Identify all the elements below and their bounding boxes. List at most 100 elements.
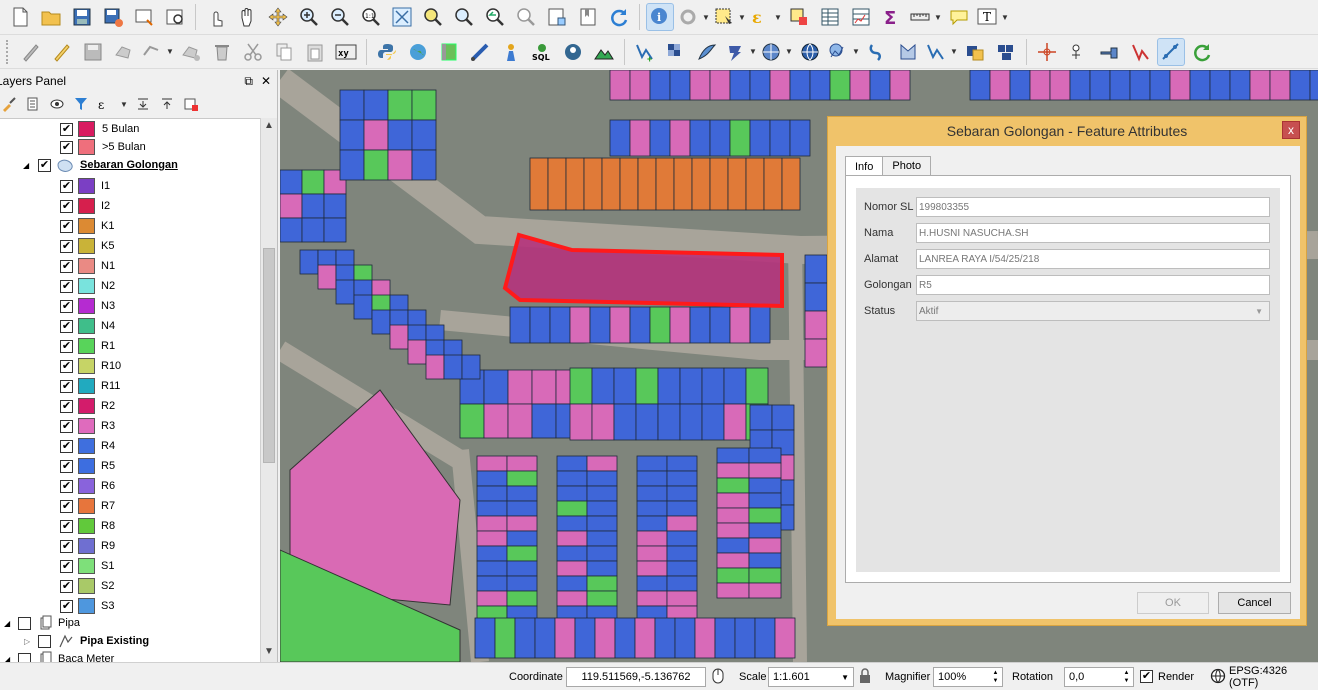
parcel[interactable] (1129, 70, 1151, 101)
new-shapefile-icon[interactable] (863, 38, 891, 66)
parcel[interactable] (804, 282, 828, 312)
copy-features-icon[interactable] (270, 38, 298, 66)
chevron-down-icon[interactable]: ▼ (774, 13, 782, 22)
sql-icon[interactable]: SQL (528, 38, 556, 66)
float-panel-icon[interactable]: ⧉ (244, 74, 253, 89)
class-checkbox[interactable]: ✔ (60, 579, 73, 593)
layer-group-row[interactable]: ◢ ✔ Sebaran Golongan (0, 155, 260, 175)
scale-combo[interactable]: 1:1.601 ▼ (768, 667, 854, 687)
class-checkbox[interactable]: ✔ (60, 419, 73, 433)
parcel[interactable] (745, 367, 769, 405)
parcel[interactable] (363, 119, 389, 151)
parcel[interactable] (529, 157, 549, 211)
collapse-arrow-icon[interactable]: ◢ (23, 161, 29, 170)
parcel[interactable] (769, 119, 791, 157)
parcel[interactable] (714, 617, 736, 659)
parcel[interactable] (476, 530, 508, 547)
layer-item[interactable]: ✔ 5 Bulan (0, 119, 260, 139)
parcel[interactable] (669, 70, 691, 101)
parcel[interactable] (280, 193, 303, 219)
parcel[interactable] (609, 119, 631, 157)
layer-group-row[interactable]: ◢ Baca Meter (0, 649, 260, 662)
measure-icon[interactable] (909, 3, 931, 31)
parcel[interactable] (689, 70, 711, 101)
parcel[interactable] (636, 545, 668, 562)
parcel[interactable] (556, 545, 588, 562)
zoom-to-layer-icon[interactable] (450, 3, 478, 31)
parcel[interactable] (694, 617, 716, 659)
chevron-down-icon[interactable]: ▼ (841, 673, 849, 682)
legend-class-item[interactable]: ✔ R4 (0, 436, 260, 456)
action-icon[interactable] (677, 3, 699, 31)
parcel[interactable] (789, 70, 811, 101)
parcel[interactable] (716, 567, 750, 584)
map-tips-icon[interactable] (945, 3, 973, 31)
layer-checkbox[interactable] (18, 652, 31, 662)
parcel[interactable] (989, 70, 1011, 101)
parcel[interactable] (476, 455, 508, 472)
add-delimited-icon[interactable] (796, 38, 824, 66)
class-checkbox[interactable]: ✔ (60, 459, 73, 473)
parcel[interactable] (476, 485, 508, 502)
status-select[interactable]: Aktif ▼ (916, 301, 1270, 321)
parcel[interactable] (556, 470, 588, 487)
legend-class-item[interactable]: ✔ R6 (0, 476, 260, 496)
new-print-composer-icon[interactable] (130, 3, 158, 31)
parcel[interactable] (407, 339, 427, 365)
alamat-field[interactable]: LANREA RAYA I/54/25/218 (916, 249, 1270, 269)
toggle-editing-icon[interactable] (48, 38, 76, 66)
close-icon[interactable]: x (1282, 121, 1300, 139)
parcel[interactable] (443, 354, 463, 380)
tab-info[interactable]: Info (845, 156, 884, 177)
parcel[interactable] (635, 403, 659, 441)
parcel[interactable] (749, 404, 773, 431)
parcel[interactable] (748, 537, 782, 554)
parcel[interactable] (748, 492, 782, 509)
parcel[interactable] (609, 306, 631, 344)
parcel[interactable] (745, 157, 765, 211)
parcel[interactable] (689, 306, 711, 344)
class-checkbox[interactable]: ✔ (60, 339, 73, 353)
legend-class-item[interactable]: ✔ R2 (0, 396, 260, 416)
digitize-icon[interactable] (925, 38, 947, 66)
class-checkbox[interactable]: ✔ (60, 199, 73, 213)
parcel[interactable] (636, 485, 668, 502)
parcel[interactable] (1229, 70, 1251, 101)
parcel[interactable] (636, 530, 668, 547)
pan-to-selection-icon[interactable] (264, 3, 292, 31)
zoom-out-icon[interactable] (326, 3, 354, 31)
collapse-arrow-icon[interactable]: ◢ (4, 619, 10, 628)
parcel[interactable] (748, 462, 782, 479)
parcel[interactable] (749, 70, 771, 101)
parcel[interactable] (636, 470, 668, 487)
new-project-icon[interactable] (6, 3, 34, 31)
layer-item[interactable]: ✔ >5 Bulan (0, 137, 260, 157)
tab-photo[interactable]: Photo (882, 156, 932, 176)
split-icon[interactable] (1033, 38, 1061, 66)
parcel[interactable] (669, 119, 691, 157)
parcel[interactable] (636, 455, 668, 472)
parcel[interactable] (804, 254, 828, 284)
parcel[interactable] (701, 403, 725, 441)
parcel[interactable] (655, 157, 675, 211)
parcel[interactable] (534, 617, 556, 659)
add-group-icon[interactable] (24, 95, 42, 113)
parcel[interactable] (506, 455, 538, 472)
parcel[interactable] (649, 306, 671, 344)
parcel[interactable] (1189, 70, 1211, 101)
legend-class-item[interactable]: ✔ R8 (0, 516, 260, 536)
select-by-expression-icon[interactable]: ε (749, 3, 771, 31)
parcel[interactable] (483, 369, 509, 405)
parcel[interactable] (483, 403, 509, 439)
rotation-spinbox[interactable]: 0,0 ▲ ▼ (1064, 667, 1134, 687)
parcel[interactable] (666, 455, 698, 472)
new-map-view-icon[interactable] (543, 3, 571, 31)
parcel[interactable] (673, 157, 693, 211)
parcel[interactable] (749, 119, 771, 157)
parcel[interactable] (674, 617, 696, 659)
parcel[interactable] (689, 119, 711, 157)
add-raster-icon[interactable] (662, 38, 690, 66)
parcel[interactable] (280, 217, 303, 243)
parcel[interactable] (969, 70, 991, 101)
add-vector-icon[interactable]: + (631, 38, 659, 66)
